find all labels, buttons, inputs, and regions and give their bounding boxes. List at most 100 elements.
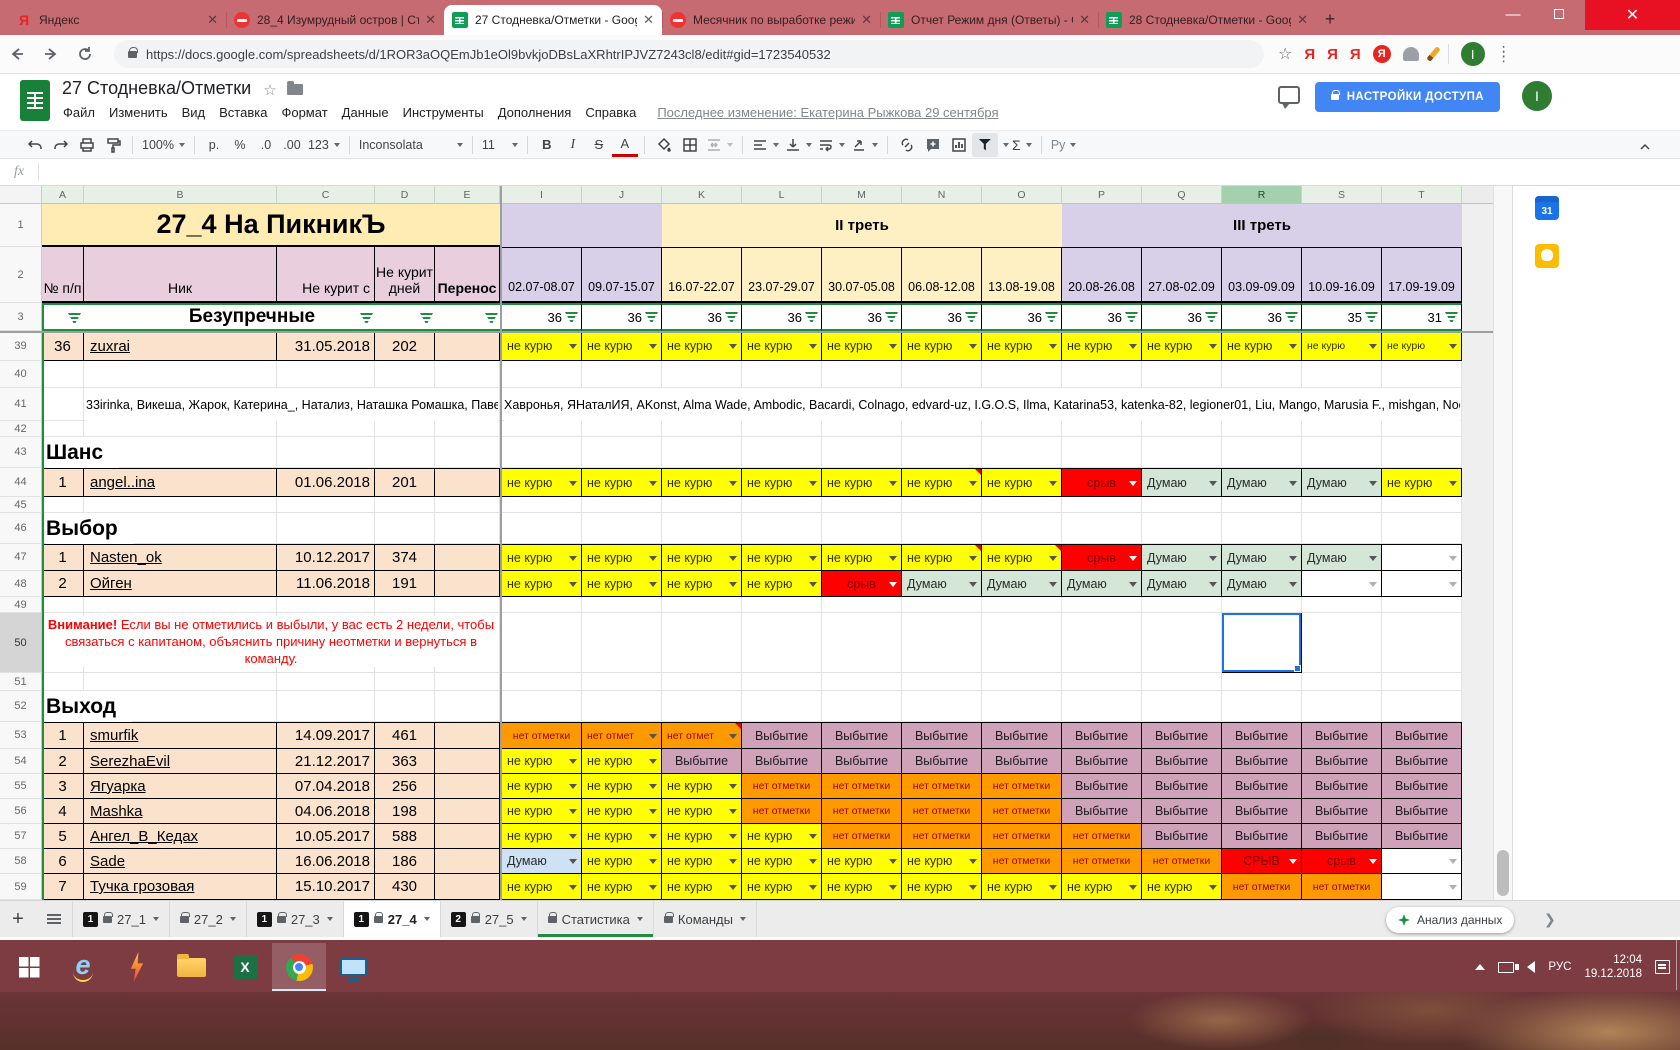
cell-quit-date[interactable]: 01.06.2018	[277, 469, 375, 497]
status-cell[interactable]: не курю	[902, 849, 982, 874]
row-header[interactable]: 44	[0, 468, 42, 497]
cell[interactable]	[822, 691, 902, 722]
cell[interactable]	[42, 361, 84, 388]
status-cell[interactable]: не курю	[1302, 332, 1382, 361]
cell[interactable]	[277, 361, 375, 388]
cell[interactable]	[502, 513, 582, 544]
dropdown-icon[interactable]	[1449, 344, 1457, 349]
cell[interactable]	[1142, 673, 1222, 691]
cell-number[interactable]: 2	[42, 749, 84, 774]
dropdown-icon[interactable]	[569, 809, 577, 814]
dropdown-icon[interactable]	[729, 834, 737, 839]
dropdown-icon[interactable]	[569, 582, 577, 587]
filter-icon[interactable]	[1205, 312, 1218, 322]
decrease-decimals[interactable]: .0	[253, 133, 279, 157]
sheet-tab-menu-icon[interactable]	[424, 917, 430, 921]
dropdown-icon[interactable]	[729, 859, 737, 864]
row-header[interactable]: 56	[0, 799, 42, 824]
cell-days[interactable]: 186	[375, 849, 435, 874]
cell-nick[interactable]: angel..ina	[84, 469, 277, 497]
vertical-align-icon[interactable]	[782, 133, 815, 157]
band-third[interactable]: III треть	[1062, 204, 1462, 247]
cell[interactable]	[277, 513, 375, 544]
cell[interactable]	[1382, 497, 1462, 513]
dropdown-icon[interactable]	[969, 556, 977, 561]
cell[interactable]	[375, 597, 435, 613]
status-cell[interactable]: Выбытие	[822, 749, 902, 774]
dropdown-icon[interactable]	[1289, 344, 1297, 349]
cell[interactable]	[84, 421, 277, 437]
notification-center-icon[interactable]	[1655, 960, 1670, 974]
cell[interactable]	[822, 513, 902, 544]
cell-transfer[interactable]	[435, 469, 500, 497]
taskbar-chrome-icon[interactable]	[272, 943, 326, 991]
cell[interactable]	[1302, 361, 1382, 388]
cell[interactable]	[1302, 673, 1382, 691]
cell[interactable]	[435, 513, 500, 544]
column-header[interactable]: S	[1302, 186, 1382, 204]
dropdown-icon[interactable]	[809, 582, 817, 587]
status-cell[interactable]: нет отметки	[1222, 874, 1302, 900]
dropdown-icon[interactable]	[1209, 582, 1217, 587]
dropdown-icon[interactable]	[569, 784, 577, 789]
cell[interactable]	[277, 437, 375, 468]
cell-days[interactable]: 191	[375, 571, 435, 597]
dropdown-icon[interactable]	[1449, 859, 1457, 864]
status-cell[interactable]: нет отметки	[902, 774, 982, 799]
cell-days[interactable]: 363	[375, 749, 435, 774]
dropdown-icon[interactable]	[649, 556, 657, 561]
cell[interactable]	[1062, 597, 1142, 613]
cell[interactable]	[582, 673, 662, 691]
browser-tab[interactable]: 28_4 Изумрудный остров | Стра✕	[226, 5, 444, 35]
status-cell[interactable]: Выбытие	[902, 749, 982, 774]
status-cell[interactable]: не курю	[822, 545, 902, 571]
pencil-extension-icon[interactable]	[1426, 46, 1440, 61]
ssl-lock-icon[interactable]	[128, 51, 137, 58]
cell-days[interactable]: 201	[375, 469, 435, 497]
column-header[interactable]: E	[435, 186, 500, 204]
status-cell[interactable]: Думаю	[1302, 545, 1382, 571]
filter-icon[interactable]	[645, 312, 658, 322]
frozen-column-divider[interactable]	[500, 186, 502, 900]
status-cell[interactable]: не курю	[582, 824, 662, 849]
column-header[interactable]: J	[582, 186, 662, 204]
cell-number[interactable]: 36	[42, 332, 84, 361]
cell[interactable]	[502, 673, 582, 691]
filter-icon[interactable]	[485, 313, 498, 323]
dropdown-icon[interactable]	[1369, 344, 1377, 349]
dropdown-icon[interactable]	[569, 834, 577, 839]
status-cell[interactable]: не курю	[982, 545, 1062, 571]
dropdown-icon[interactable]	[1449, 556, 1457, 561]
status-cell[interactable]	[1382, 874, 1462, 900]
dropdown-icon[interactable]	[729, 885, 737, 890]
menu-item[interactable]: Формат	[274, 102, 334, 123]
dropdown-icon[interactable]	[969, 859, 977, 864]
browser-tab[interactable]: Месячник по выработке режим✕	[662, 5, 880, 35]
cell-transfer[interactable]	[435, 332, 500, 361]
cell[interactable]	[1382, 513, 1462, 544]
row-header[interactable]: 51	[0, 673, 42, 691]
cell[interactable]	[42, 421, 84, 437]
cell[interactable]	[435, 497, 500, 513]
cell[interactable]	[375, 361, 435, 388]
status-cell[interactable]: не курю	[742, 849, 822, 874]
cell[interactable]	[1382, 437, 1462, 468]
status-cell[interactable]: не курю	[662, 332, 742, 361]
menu-item[interactable]: Изменить	[102, 102, 175, 123]
column-header[interactable]: R	[1222, 186, 1302, 204]
menu-item[interactable]: Вид	[175, 102, 213, 123]
status-cell[interactable]: СРЫВ	[1222, 849, 1302, 874]
status-cell[interactable]: Выбытие	[1382, 723, 1462, 749]
cell[interactable]	[502, 421, 582, 437]
status-cell[interactable]: нет отметки	[742, 799, 822, 824]
insert-link-icon[interactable]	[894, 133, 920, 157]
status-cell[interactable]: Выбытие	[1142, 799, 1222, 824]
cell[interactable]	[1222, 513, 1302, 544]
cell-quit-date[interactable]: 15.10.2017	[277, 874, 375, 900]
status-cell[interactable]: не курю	[982, 332, 1062, 361]
status-cell[interactable]: срыв	[822, 571, 902, 597]
dropdown-icon[interactable]	[1049, 344, 1057, 349]
status-cell[interactable]: Выбытие	[1382, 824, 1462, 849]
cell[interactable]	[1142, 421, 1222, 437]
cell[interactable]	[277, 691, 375, 722]
